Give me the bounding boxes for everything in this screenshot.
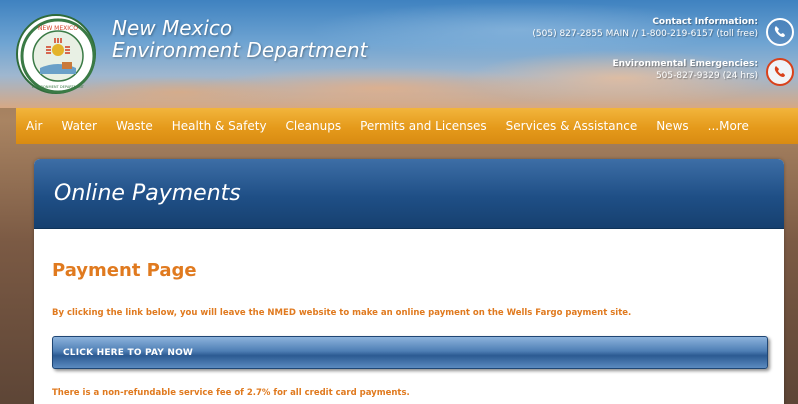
site-title-line1[interactable]: New Mexico [112, 16, 232, 40]
nmed-logo[interactable]: NEW MEXICO ENVIRONMENT DEPARTMENT [16, 14, 96, 94]
emergency-phone: 505-827-9329 (24 hrs) [655, 71, 758, 81]
emergency-info: Environmental Emergencies: 505-827-9329 … [612, 58, 758, 82]
service-fee-notice: There is a non-refundable service fee of… [52, 388, 410, 398]
contact-info: Contact Information: (505) 827-2855 MAIN… [532, 16, 758, 40]
phone-emergency-icon [766, 58, 794, 86]
nav-item-water[interactable]: Water [61, 119, 96, 133]
zia-seal-icon: NEW MEXICO ENVIRONMENT DEPARTMENT [20, 18, 96, 94]
contact-label: Contact Information: [652, 17, 758, 27]
nav-item-services-assistance[interactable]: Services & Assistance [506, 119, 638, 133]
nav-item-more[interactable]: ...More [708, 119, 749, 133]
contact-phones: (505) 827-2855 MAIN // 1-800-219-6157 (t… [532, 29, 758, 39]
site-title-line2[interactable]: Environment Department [112, 38, 368, 62]
page-title: Payment Page [52, 260, 197, 281]
nav-item-permits-licenses[interactable]: Permits and Licenses [360, 119, 487, 133]
emergency-label: Environmental Emergencies: [612, 59, 758, 69]
nav-item-news[interactable]: News [656, 119, 688, 133]
leave-site-notice: By clicking the link below, you will lea… [52, 308, 632, 318]
nav-item-air[interactable]: Air [26, 119, 42, 133]
site-header: NEW MEXICO ENVIRONMENT DEPARTMENT New Me… [0, 0, 798, 108]
logo-bottom-text: ENVIRONMENT DEPARTMENT [32, 85, 85, 89]
pay-now-button[interactable]: CLICK HERE TO PAY NOW [52, 336, 768, 369]
main-nav: Air Water Waste Health & Safety Cleanups… [16, 108, 798, 144]
panel-header: Online Payments [34, 159, 784, 229]
logo-top-text: NEW MEXICO [38, 25, 78, 32]
nav-item-waste[interactable]: Waste [116, 119, 153, 133]
nav-item-health-safety[interactable]: Health & Safety [172, 119, 267, 133]
nav-item-cleanups[interactable]: Cleanups [286, 119, 342, 133]
content-panel: Online Payments Payment Page By clicking… [34, 159, 784, 404]
panel-title: Online Payments [54, 181, 241, 206]
phone-icon [766, 18, 794, 46]
